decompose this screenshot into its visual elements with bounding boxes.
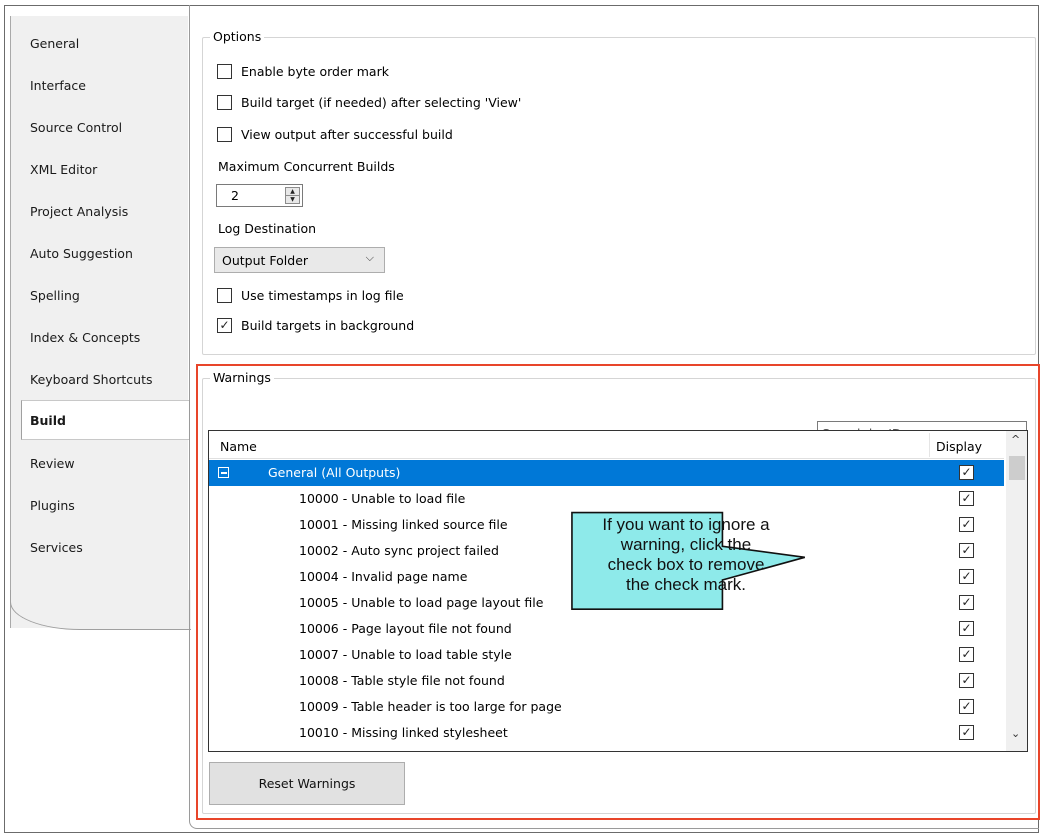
chevron-down-icon: ⌵: [365, 251, 374, 264]
grid-scrollbar[interactable]: ^ ⌄: [1006, 431, 1027, 751]
log-destination-label: Log Destination: [218, 221, 317, 236]
sidebar-item-services[interactable]: Services: [30, 536, 83, 560]
warning-display-checkbox[interactable]: ✓: [959, 621, 974, 636]
timestamps-label: Use timestamps in log file: [241, 287, 404, 303]
sidebar-item-index-concepts[interactable]: Index & Concepts: [30, 326, 140, 350]
spinner-down-icon[interactable]: ▼: [286, 196, 299, 204]
warning-name: 10005 - Unable to load page layout file: [299, 595, 544, 610]
sidebar-item-xml-editor[interactable]: XML Editor: [30, 158, 97, 182]
enable-bom-checkbox[interactable]: [217, 63, 232, 79]
callout-line-2: warning, click the: [620, 535, 752, 554]
warning-display-checkbox[interactable]: ✓: [959, 647, 974, 662]
warning-name: 10008 - Table style file not found: [299, 673, 505, 688]
warning-name: 10001 - Missing linked source file: [299, 517, 508, 532]
table-row[interactable]: 10010 - Missing linked stylesheet ✓: [209, 720, 1004, 746]
table-row[interactable]: 10008 - Table style file not found ✓: [209, 668, 1004, 694]
sidebar-bottom-curve: [10, 590, 191, 630]
warning-display-checkbox[interactable]: ✓: [959, 673, 974, 688]
reset-warnings-button[interactable]: Reset Warnings: [209, 762, 405, 805]
max-concurrent-builds-label: Maximum Concurrent Builds: [218, 159, 395, 174]
scroll-up-icon[interactable]: ^: [1011, 433, 1020, 446]
enable-bom-label: Enable byte order mark: [241, 63, 389, 79]
background-build-row[interactable]: ✓ Build targets in background: [217, 315, 414, 335]
callout-text: If you want to ignore a warning, click t…: [570, 515, 802, 595]
sidebar-item-project-analysis[interactable]: Project Analysis: [30, 200, 128, 224]
background-build-label: Build targets in background: [241, 317, 415, 333]
warning-display-checkbox[interactable]: ✓: [959, 699, 974, 714]
sidebar-item-review[interactable]: Review: [30, 452, 75, 476]
view-output-label: View output after successful build: [241, 126, 453, 142]
sidebar-item-keyboard-shortcuts[interactable]: Keyboard Shortcuts: [30, 368, 153, 392]
sidebar-item-build[interactable]: Build: [21, 400, 190, 440]
build-target-row[interactable]: Build target (if needed) after selecting…: [217, 92, 521, 112]
view-output-checkbox[interactable]: [217, 126, 232, 142]
max-concurrent-builds-spinner[interactable]: 2 ▲ ▼: [216, 184, 303, 207]
grid-header: Name Display: [209, 431, 1004, 459]
warnings-group-title: Warnings: [210, 370, 274, 385]
warning-name: 10002 - Auto sync project failed: [299, 543, 499, 558]
log-destination-select[interactable]: Output Folder ⌵: [214, 247, 385, 273]
column-separator: [929, 433, 930, 457]
warning-display-checkbox[interactable]: ✓: [959, 543, 974, 558]
warning-name: 10004 - Invalid page name: [299, 569, 468, 584]
sidebar-item-source-control[interactable]: Source Control: [30, 116, 122, 140]
log-destination-value: Output Folder: [222, 253, 309, 268]
table-row[interactable]: 10009 - Table header is too large for pa…: [209, 694, 1004, 720]
build-target-label: Build target (if needed) after selecting…: [241, 94, 522, 110]
background-build-checkbox[interactable]: ✓: [217, 317, 232, 333]
instruction-callout: If you want to ignore a warning, click t…: [570, 485, 810, 640]
table-row[interactable]: 10007 - Unable to load table style ✓: [209, 642, 1004, 668]
warning-group-label: General (All Outputs): [268, 465, 401, 480]
spinner-buttons[interactable]: ▲ ▼: [285, 187, 300, 204]
warning-group-display-checkbox[interactable]: ✓: [959, 465, 974, 480]
sidebar-item-interface[interactable]: Interface: [30, 74, 86, 98]
warning-name: 10009 - Table header is too large for pa…: [299, 699, 562, 714]
max-concurrent-builds-value[interactable]: 2: [231, 188, 239, 203]
callout-line-4: the check mark.: [626, 575, 746, 594]
name-column-header[interactable]: Name: [220, 439, 257, 454]
enable-bom-row[interactable]: Enable byte order mark: [217, 61, 389, 81]
warning-display-checkbox[interactable]: ✓: [959, 569, 974, 584]
callout-line-1: If you want to ignore a: [602, 515, 770, 534]
collapse-icon[interactable]: [218, 467, 229, 478]
warning-name: 10007 - Unable to load table style: [299, 647, 512, 662]
warning-display-checkbox[interactable]: ✓: [959, 595, 974, 610]
warning-name: 10010 - Missing linked stylesheet: [299, 725, 508, 740]
sidebar-item-auto-suggestion[interactable]: Auto Suggestion: [30, 242, 133, 266]
sidebar-item-plugins[interactable]: Plugins: [30, 494, 75, 518]
warning-name: 10006 - Page layout file not found: [299, 621, 512, 636]
sidebar-item-spelling[interactable]: Spelling: [30, 284, 80, 308]
spinner-up-icon[interactable]: ▲: [286, 188, 299, 196]
timestamps-checkbox[interactable]: [217, 287, 232, 303]
warning-display-checkbox[interactable]: ✓: [959, 491, 974, 506]
warning-group-row[interactable]: General (All Outputs) ✓: [209, 460, 1004, 486]
scrollbar-thumb[interactable]: [1009, 456, 1025, 480]
callout-line-3: check box to remove: [607, 555, 765, 574]
options-group-title: Options: [210, 29, 265, 44]
timestamps-row[interactable]: Use timestamps in log file: [217, 285, 404, 305]
view-output-row[interactable]: View output after successful build: [217, 124, 453, 144]
build-target-checkbox[interactable]: [217, 94, 232, 110]
display-column-header[interactable]: Display: [936, 439, 982, 454]
scroll-down-icon[interactable]: ⌄: [1011, 727, 1020, 740]
warning-display-checkbox[interactable]: ✓: [959, 725, 974, 740]
warning-name: 10000 - Unable to load file: [299, 491, 466, 506]
sidebar-item-general[interactable]: General: [30, 32, 79, 56]
warning-display-checkbox[interactable]: ✓: [959, 517, 974, 532]
options-group: Options: [202, 29, 1036, 355]
